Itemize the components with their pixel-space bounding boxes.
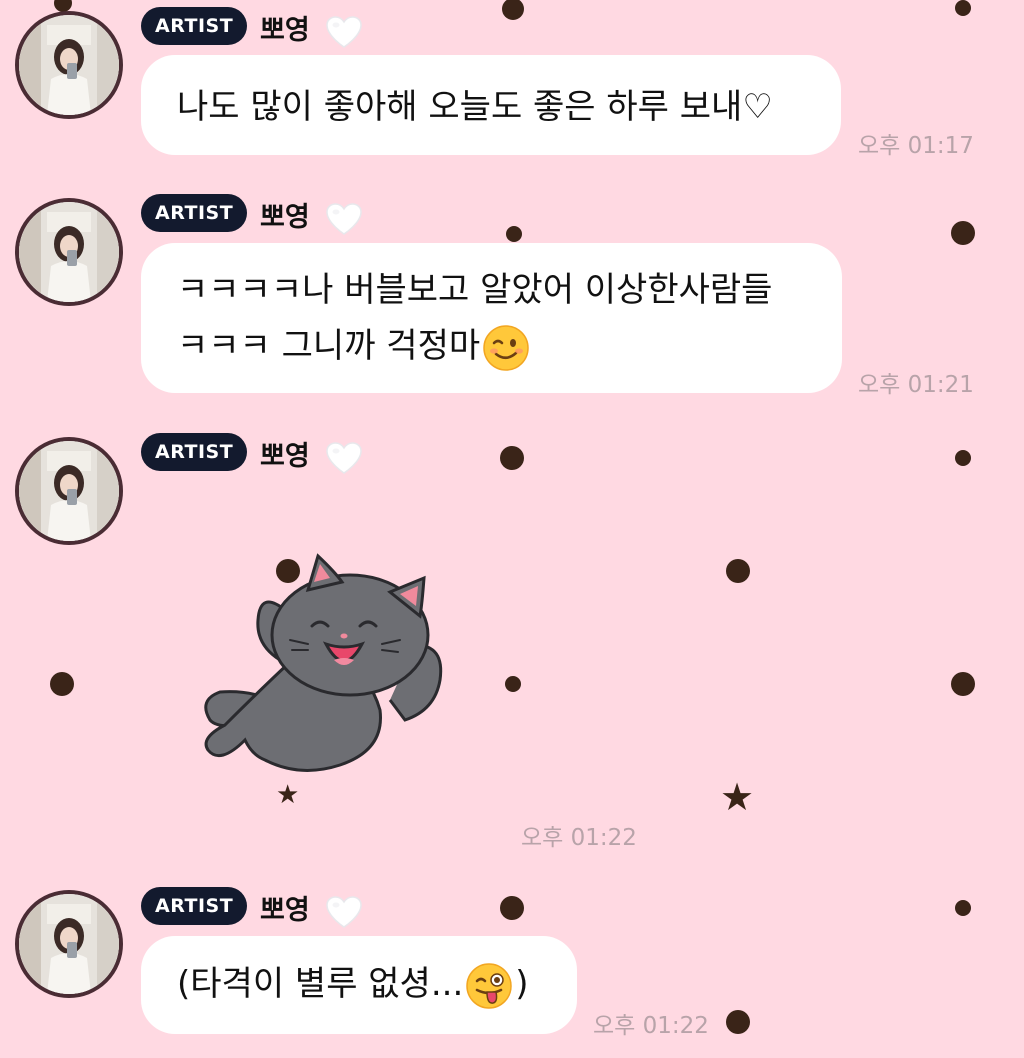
message-text: (타격이 별루 없셩... [177, 964, 464, 1004]
background-dot [955, 0, 971, 16]
profile-photo [19, 202, 119, 302]
gray-cat-sticker[interactable] [190, 550, 460, 780]
sender-name-text: 뽀영 [260, 202, 310, 233]
profile-photo [19, 15, 119, 115]
background-dot [506, 226, 522, 242]
sender-name: 뽀영 [260, 434, 363, 475]
artist-badge: ARTIST [141, 7, 248, 45]
sender-name-text: 뽀영 [260, 441, 310, 472]
background-dot [505, 676, 521, 692]
sender-name: 뽀영 [260, 195, 363, 236]
background-dot [955, 450, 971, 466]
message-text-end: ) [515, 964, 529, 1004]
sender-name-text: 뽀영 [260, 15, 310, 46]
sender-name-text: 뽀영 [260, 895, 310, 926]
background-dot [50, 672, 74, 696]
message-bubble[interactable]: ㅋㅋㅋㅋ나 버블보고 알았어 이상한사람들 ㅋㅋㅋ 그니까 걱정마 [141, 243, 842, 393]
message-time: 오후 01:22 [593, 1013, 709, 1039]
artist-badge: ARTIST [141, 433, 248, 471]
message-time: 오후 01:22 [521, 825, 637, 851]
message-bubble[interactable]: 나도 많이 좋아해 오늘도 좋은 하루 보내♡ [141, 55, 841, 155]
message-bubble[interactable]: (타격이 별루 없셩... ) [141, 936, 577, 1034]
white-heart-icon [326, 202, 362, 235]
avatar[interactable] [15, 437, 123, 545]
white-heart-icon [326, 15, 362, 48]
white-heart-icon [326, 895, 362, 928]
background-star: ★ [276, 780, 300, 810]
winking-tongue-face-icon [466, 962, 513, 1009]
message-time: 오후 01:21 [858, 372, 974, 398]
background-dot [502, 0, 524, 20]
white-heart-icon [326, 441, 362, 474]
background-star: ★ [720, 775, 755, 819]
profile-photo [19, 894, 119, 994]
artist-badge: ARTIST [141, 887, 248, 925]
message-time: 오후 01:17 [858, 133, 974, 159]
artist-badge: ARTIST [141, 194, 248, 232]
winking-face-icon [483, 324, 529, 371]
message-text: 나도 많이 좋아해 오늘도 좋은 하루 보내♡ [177, 87, 773, 127]
message-text: ㅋㅋㅋ 그니까 걱정마 [177, 326, 481, 366]
background-dot [951, 221, 975, 245]
avatar[interactable] [15, 198, 123, 306]
avatar[interactable] [15, 11, 123, 119]
background-dot [726, 559, 750, 583]
sender-name: 뽀영 [260, 888, 363, 929]
message-text-line: ㅋㅋㅋ 그니까 걱정마 [177, 318, 806, 374]
sender-name: 뽀영 [260, 8, 363, 49]
profile-photo [19, 441, 119, 541]
background-dot [500, 446, 524, 470]
background-dot [955, 900, 971, 916]
background-dot [951, 672, 975, 696]
background-dot [500, 896, 524, 920]
message-text-line: ㅋㅋㅋㅋ나 버블보고 알았어 이상한사람들 [177, 270, 773, 310]
background-dot [726, 1010, 750, 1034]
avatar[interactable] [15, 890, 123, 998]
